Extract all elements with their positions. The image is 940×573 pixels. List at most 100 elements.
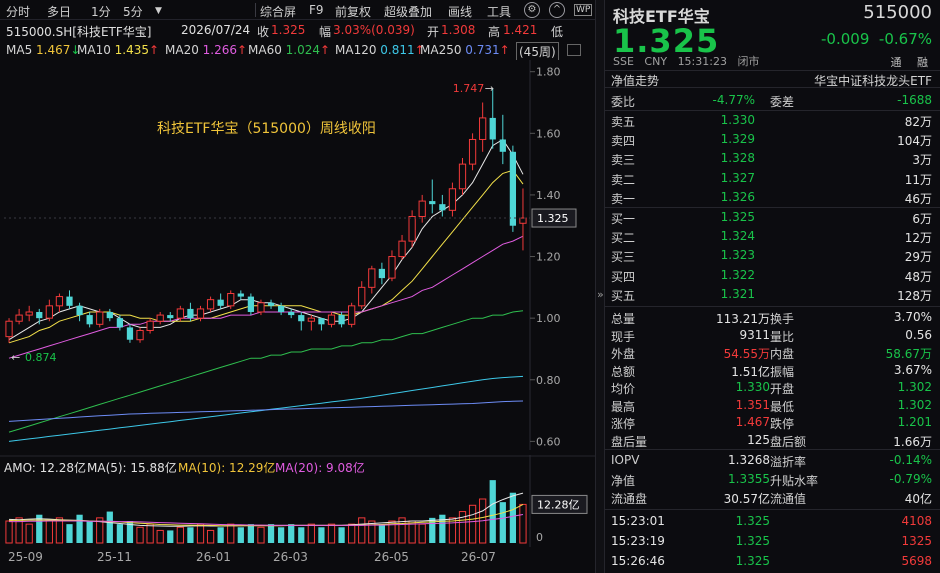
y-tick-label: 0.80 [536, 374, 561, 387]
ma10-arrow: ↑ [149, 43, 160, 57]
ask-price: 1.330 [720, 113, 755, 127]
amp-value: 3.03%(0.039) [333, 23, 415, 37]
bid-row[interactable]: 买二 1.324 12万 [605, 229, 940, 245]
period-dropdown-icon[interactable]: ▼ [155, 6, 162, 22]
candle-body [338, 315, 345, 325]
y-tick-label: 1.80 [536, 66, 561, 79]
ask-row[interactable]: 卖三 1.328 3万 [605, 151, 940, 167]
high-marker-label: 1.747 [453, 82, 485, 95]
y-tick-label: 1.40 [536, 189, 561, 202]
tab-5min[interactable]: 5分 [123, 3, 143, 19]
change-value: -0.009 [821, 30, 870, 48]
bid-volume: 6万 [912, 212, 932, 226]
ask-volume: 11万 [904, 172, 932, 187]
ask-row[interactable]: 卖四 1.329 104万 [605, 132, 940, 148]
candle-body [257, 302, 265, 313]
date-label: 2026/07/24 [181, 23, 251, 37]
stat-row: 总量 113.21万 换手 3.70% [605, 310, 940, 326]
super-overlay-button[interactable]: 超级叠加 [384, 3, 432, 19]
candle-body [429, 201, 436, 205]
collapse-icon[interactable]: ^ [549, 2, 565, 18]
volume-bar [257, 526, 265, 544]
order-ratio-label: 委比 [611, 95, 636, 109]
nav-trend-link[interactable]: 净值走势 [611, 72, 659, 89]
symbol-label: 515000.SH[科技ETF华宝] [6, 25, 152, 39]
tick-volume: 4108 [901, 514, 932, 528]
panel-splitter[interactable]: » [595, 0, 605, 573]
expand-icon[interactable]: » [597, 288, 604, 301]
tick-volume: 1325 [901, 534, 932, 548]
volume-bar [76, 514, 83, 543]
date-tick: 25-09 [8, 550, 43, 564]
high-marker-arrow: → [485, 82, 494, 95]
bid-label: 买一 [611, 212, 636, 226]
candle-body [489, 117, 496, 140]
period-selector[interactable]: (45周) [516, 42, 559, 61]
bid-row[interactable]: 买一 1.325 6万 [605, 210, 940, 226]
stat-value: 113.21万 [716, 312, 770, 326]
ask-price: 1.327 [720, 170, 755, 185]
volume-bar [146, 523, 154, 544]
candle-body [5, 320, 13, 338]
stat-row: 总额 1.51亿 振幅 3.67% [605, 363, 940, 379]
ma5-value: 1.467 [36, 43, 71, 57]
candle-body [15, 314, 23, 322]
ask-row[interactable]: 卖五 1.330 82万 [605, 113, 940, 129]
ask-row[interactable]: 卖一 1.326 46万 [605, 190, 940, 206]
ask-volume: 104万 [897, 134, 932, 149]
stat-value: 125 [747, 432, 770, 447]
window-icon[interactable]: WP [574, 4, 593, 16]
ask-row[interactable]: 卖二 1.327 11万 [605, 171, 940, 187]
bid-volume: 12万 [904, 231, 932, 246]
bid-row[interactable]: 买五 1.321 128万 [605, 287, 940, 303]
low-marker-arrow: ← [11, 351, 20, 364]
tick-row: 15:23:19 1.325 1325 [605, 534, 940, 550]
tab-intraday[interactable]: 分时 [6, 3, 30, 19]
forward-adjust-button[interactable]: 前复权 [335, 3, 371, 19]
volume-tag-label: 12.28亿 [537, 498, 580, 511]
y-tick-label: 1.00 [536, 312, 561, 325]
ask-label: 卖一 [611, 191, 636, 206]
tab-multiday[interactable]: 多日 [47, 3, 71, 19]
stat-value: 1.302 [897, 397, 932, 412]
tick-row: 15:23:01 1.325 4108 [605, 514, 940, 530]
volume-bar [499, 502, 506, 543]
candle-body [96, 311, 104, 325]
bid-row[interactable]: 买三 1.323 29万 [605, 248, 940, 264]
stat-row: 涨停 1.467 跌停 1.201 [605, 415, 940, 431]
ma60-arrow: ↑ [320, 43, 331, 57]
tools-button[interactable]: 工具 [487, 3, 511, 19]
volume-bar [167, 530, 174, 543]
ask-price: 1.329 [720, 132, 755, 147]
bid-price: 1.324 [720, 229, 755, 244]
ask-label: 卖三 [611, 153, 636, 168]
draw-line-button[interactable]: 画线 [448, 3, 472, 19]
volume-bar [378, 524, 386, 543]
stat-label: 内盘 [770, 347, 795, 361]
volume-bar [176, 526, 184, 544]
iopv-value: 30.57亿 [723, 492, 770, 506]
divider [605, 449, 940, 450]
order-ratio-row: 委比 -4.77% 委差 -1688 [605, 93, 940, 109]
security-code: 515000 [863, 2, 932, 23]
tick-price: 1.325 [735, 554, 770, 568]
iopv-row: 净值 1.3355 升贴水率 -0.79% [605, 472, 940, 488]
candle-body [358, 286, 366, 307]
candle-body [318, 318, 325, 325]
gear-icon[interactable]: ⚙ [524, 2, 540, 18]
status-label: 闭市 [737, 55, 760, 68]
close-label: 收 [257, 25, 270, 39]
ma250-legend: MA250 0.731↑ [420, 43, 510, 57]
tick-row: 15:26:46 1.325 5698 [605, 554, 940, 570]
volume-bar [5, 520, 13, 544]
bid-label: 买四 [611, 269, 636, 284]
f9-button[interactable]: F9 [309, 3, 324, 19]
volume-bar [66, 524, 73, 543]
chart-settings-icon[interactable] [567, 44, 581, 56]
bid-row[interactable]: 买四 1.322 48万 [605, 268, 940, 284]
composite-screen-button[interactable]: 综合屏 [260, 3, 296, 19]
ask-price: 1.328 [720, 151, 755, 166]
order-diff-label: 委差 [770, 95, 795, 109]
tab-1min[interactable]: 1分 [91, 3, 111, 19]
stat-value: 1.51亿 [731, 364, 770, 379]
